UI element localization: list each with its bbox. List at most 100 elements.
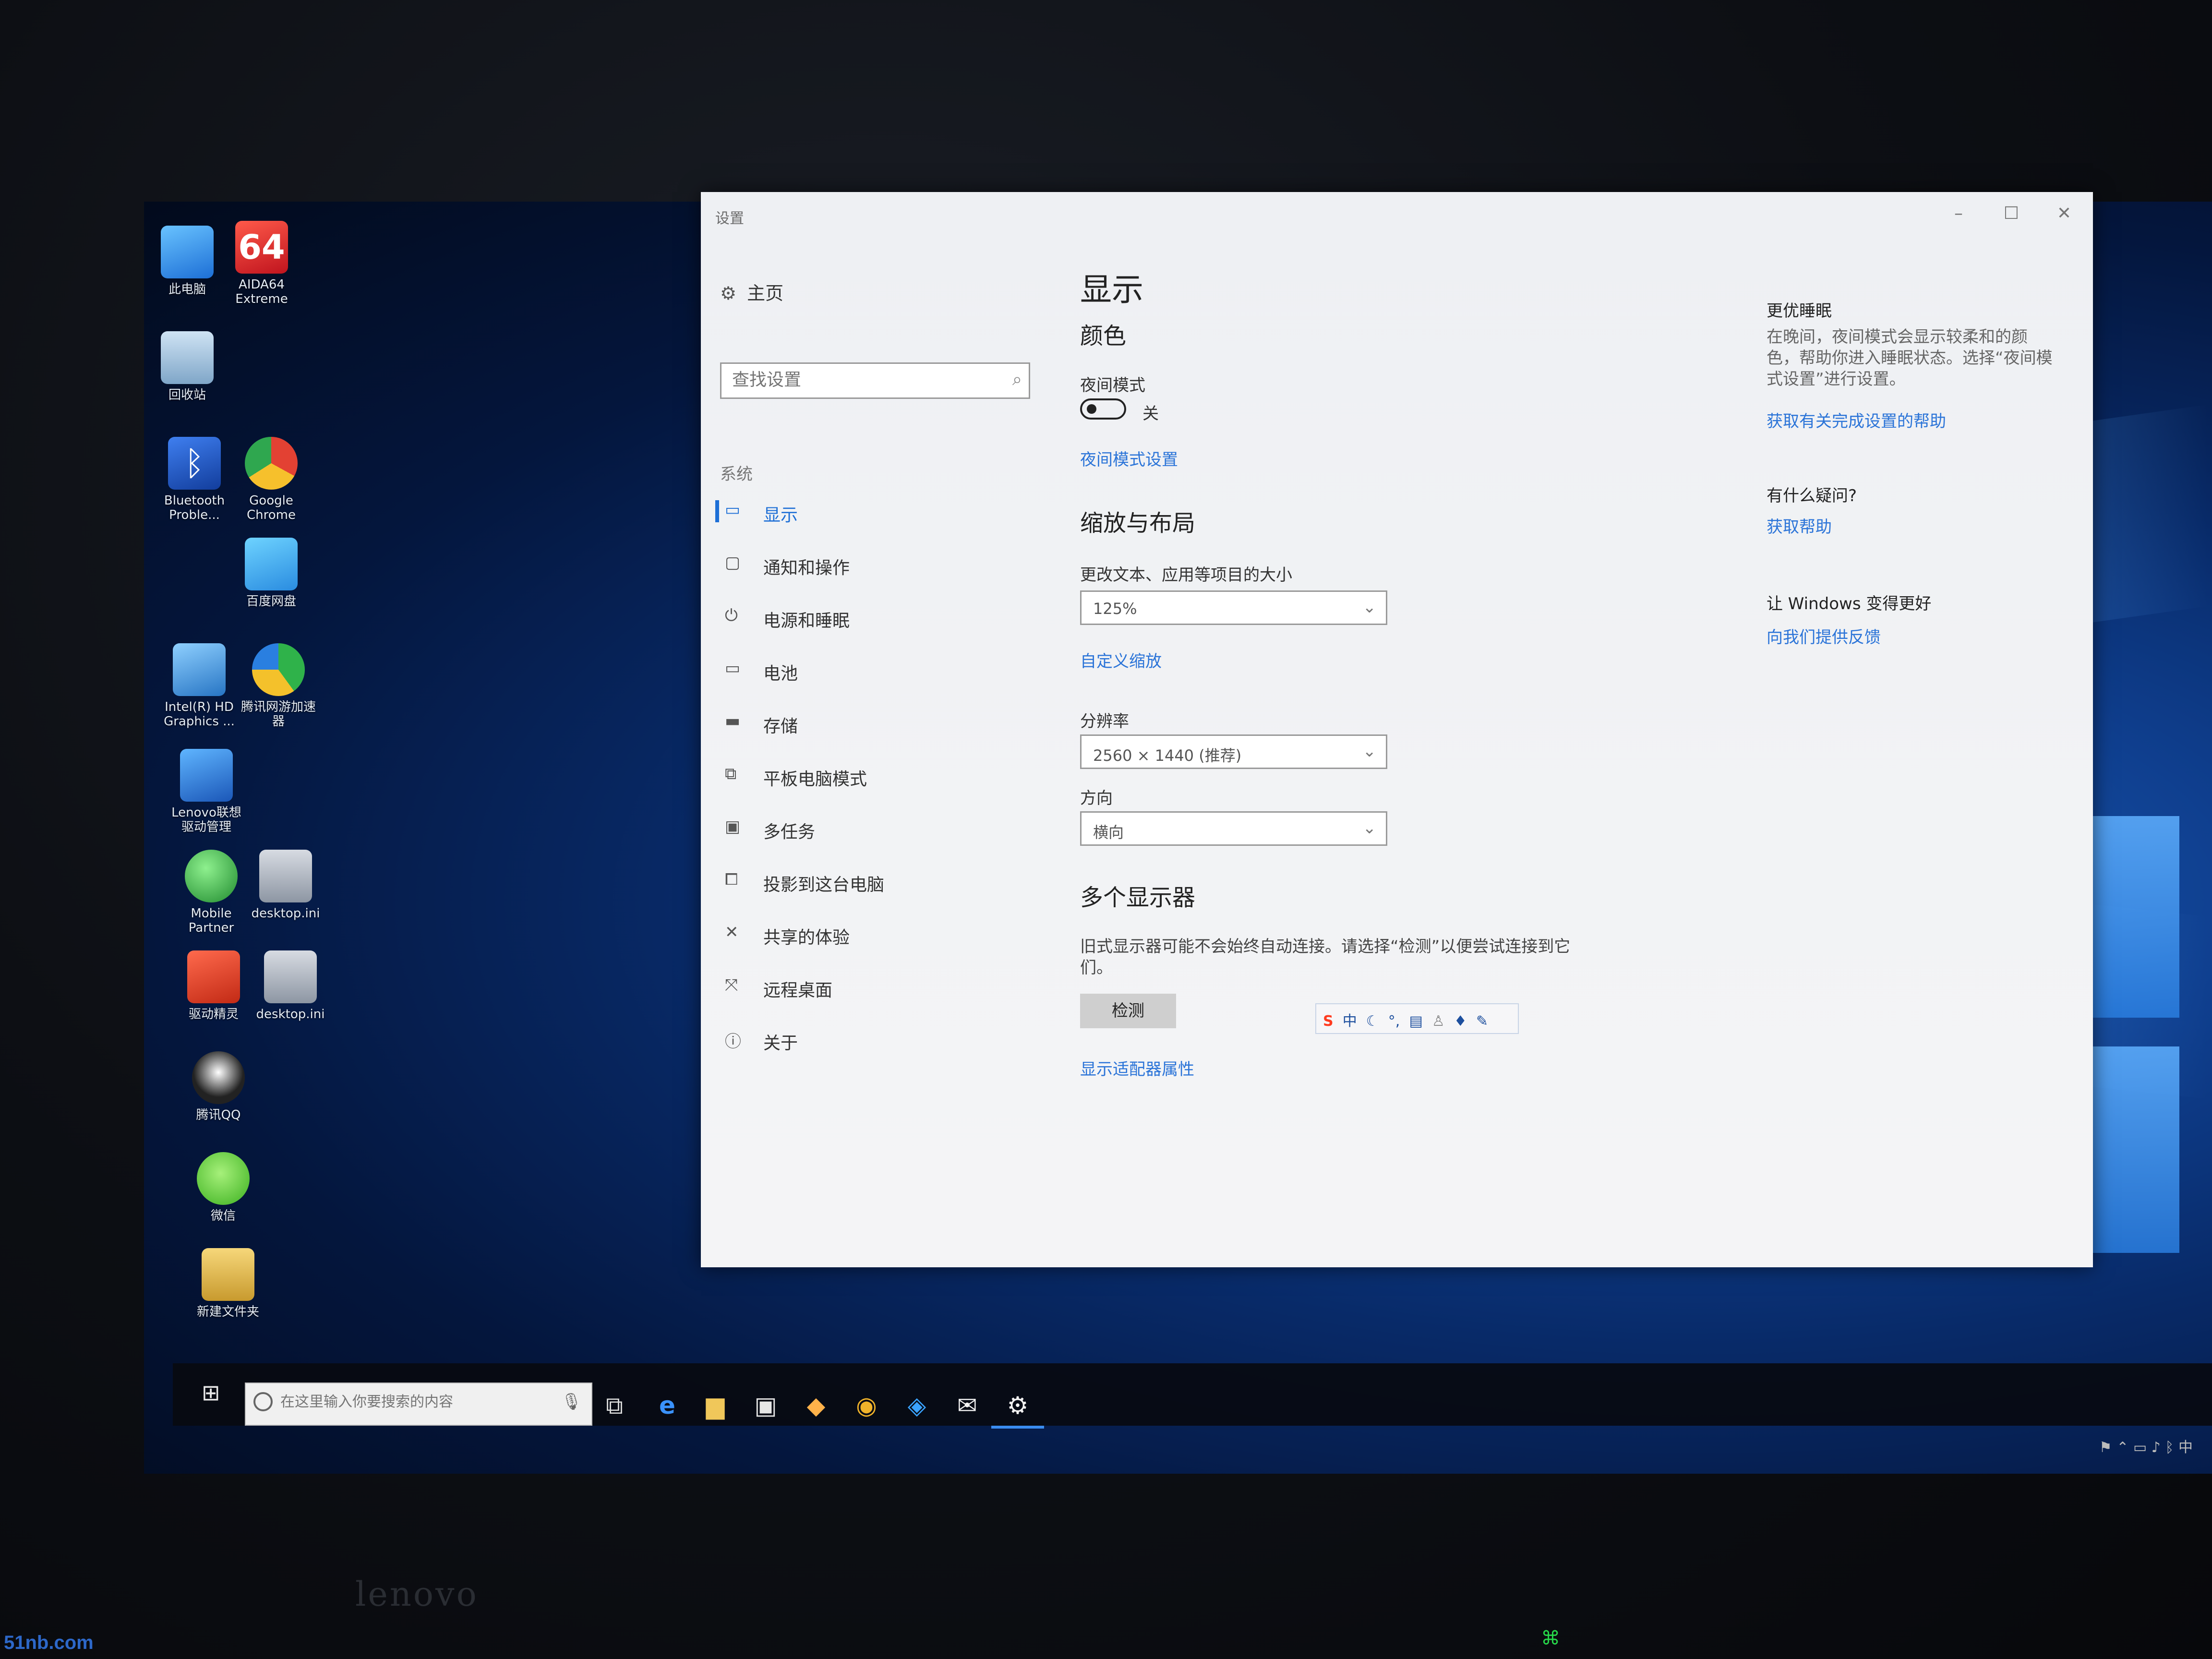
system-tray[interactable]: ⚑ ⌃ ▭ ♪ ᛒ 中 — [2099, 1435, 2193, 1456]
orientation-dropdown[interactable]: 横向 ⌄ — [1080, 811, 1387, 846]
close-button[interactable]: ✕ — [2040, 197, 2088, 230]
sidebar-item-tablet-mode[interactable]: ⧉ 平板电脑模式 — [715, 754, 1027, 797]
keyboard-icon[interactable]: ▤ — [1409, 1013, 1422, 1030]
get-help-link[interactable]: 获取帮助 — [1767, 514, 1832, 537]
sleep-title: 更优睡眠 — [1767, 301, 1832, 321]
sidebar-item-power-sleep[interactable]: ⏻ 电源和睡眠 — [715, 595, 1027, 638]
desktop-icon-this-pc[interactable]: 此电脑 — [146, 226, 228, 297]
sidebar-item-about[interactable]: ⓘ 关于 — [715, 1018, 1027, 1061]
desktop-icon-bluetooth[interactable]: ᛒ Bluetooth Proble... — [154, 437, 235, 522]
minimize-button[interactable]: – — [1935, 197, 1983, 230]
cortana-icon — [253, 1392, 273, 1411]
edge-icon[interactable]: e — [648, 1386, 686, 1425]
sidebar-item-battery[interactable]: ▭ 电池 — [715, 648, 1027, 691]
settings-search-input[interactable] — [731, 370, 1002, 390]
multitask-icon: ▣ — [725, 817, 741, 836]
settings-sidebar: ⚙ 主页 ⌕ 系统 ▭ 显示 ▢ 通知和操作 ⏻ 电源和睡眠 ▭ 电池 ▬ 存储 — [701, 235, 1037, 1267]
taskbar-search-input[interactable] — [279, 1393, 550, 1411]
user-icon[interactable]: ♙ — [1432, 1013, 1445, 1030]
desktop-icon-recycle-bin[interactable]: 回收站 — [146, 331, 228, 402]
media-icon[interactable]: ◆ — [797, 1386, 835, 1425]
custom-scaling-link[interactable]: 自定义缩放 — [1080, 648, 1162, 672]
chevron-down-icon: ⌄ — [1362, 742, 1377, 761]
ini-file-icon — [264, 950, 317, 1003]
orientation-value: 横向 — [1093, 823, 1124, 842]
sidebar-item-project[interactable]: ⧠ 投影到这台电脑 — [715, 859, 1027, 902]
scale-label: 更改文本、应用等项目的大小 — [1080, 565, 1292, 585]
sidebar-item-remote-desktop[interactable]: ⤧ 远程桌面 — [715, 965, 1027, 1008]
recycle-bin-icon — [161, 331, 214, 384]
desktop-icon-desktop-ini-2[interactable]: desktop.ini — [250, 950, 331, 1022]
windows-start-icon[interactable]: ⊞ — [202, 1380, 230, 1408]
color-section-title: 颜色 — [1080, 323, 1127, 349]
folder-icon — [202, 1248, 254, 1301]
window-titlebar[interactable]: 设置 – ☐ ✕ — [701, 192, 2093, 235]
nav-home[interactable]: ⚙ 主页 — [720, 278, 783, 305]
sidebar-item-shared-experiences[interactable]: ✕ 共享的体验 — [715, 912, 1027, 955]
intel-graphics-icon — [173, 643, 226, 696]
wrench-icon[interactable]: ✎ — [1476, 1013, 1488, 1030]
desktop-icon-driver-genius[interactable]: 驱动精灵 — [173, 950, 254, 1022]
watermark: 51nb.com — [4, 1632, 94, 1653]
gear-icon: ⚙ — [720, 283, 737, 304]
desktop-icon-wechat[interactable]: 微信 — [182, 1152, 264, 1223]
night-mode-toggle[interactable] — [1080, 398, 1126, 420]
desktop-icon-chrome[interactable]: Google Chrome — [230, 437, 312, 522]
taskbar: ⊞ 🎙 ⧉ e ▆ ▣ ◆ ◉ ◈ ✉ ⚙ ⚑ ⌃ ▭ ♪ ᛒ 中 — [173, 1363, 2212, 1456]
microphone-icon[interactable]: 🎙 — [561, 1392, 582, 1411]
chevron-down-icon: ⌄ — [1362, 598, 1377, 617]
settings-gear-icon[interactable]: ⚙ — [998, 1386, 1037, 1425]
desktop-icon-lenovo-driver[interactable]: Lenovo联想驱动管理 — [166, 749, 247, 834]
desktop-icon-mobile-partner[interactable]: Mobile Partner — [170, 850, 252, 935]
store-icon[interactable]: ▣ — [746, 1386, 785, 1425]
nav-group-label: 系统 — [720, 465, 753, 484]
detect-button[interactable]: 检测 — [1080, 994, 1176, 1028]
display-adapter-properties-link[interactable]: 显示适配器属性 — [1080, 1056, 1194, 1080]
skin-icon[interactable]: ♦ — [1454, 1013, 1467, 1030]
desktop-icon-aida64[interactable]: 64 AIDA64 Extreme — [221, 221, 302, 306]
wifi-indicator-led-icon: ⌘ — [1541, 1627, 1560, 1649]
resolution-dropdown[interactable]: 2560 × 1440 (推荐) ⌄ — [1080, 734, 1387, 769]
mail-icon[interactable]: ✉ — [948, 1386, 986, 1425]
file-explorer-icon[interactable]: ▆ — [696, 1386, 734, 1425]
maximize-button[interactable]: ☐ — [1987, 197, 2035, 230]
notification-icon: ▢ — [725, 553, 741, 572]
ime-toolbar[interactable]: S 中 ☾ °, ▤ ♙ ♦ ✎ — [1315, 1003, 1519, 1034]
punctuation-icon[interactable]: °, — [1388, 1013, 1400, 1030]
desktop-icon-desktop-ini-1[interactable]: desktop.ini — [245, 850, 326, 921]
lenovo-driver-icon — [180, 749, 233, 802]
sidebar-item-storage[interactable]: ▬ 存储 — [715, 701, 1027, 744]
sidebar-item-multitasking[interactable]: ▣ 多任务 — [715, 806, 1027, 850]
sidebar-item-label: 电池 — [763, 664, 798, 684]
scale-layout-title: 缩放与布局 — [1080, 510, 1196, 537]
mobile-partner-icon — [185, 850, 238, 902]
orientation-label: 方向 — [1080, 789, 1113, 808]
sidebar-item-label: 关于 — [763, 1034, 798, 1053]
setup-help-link[interactable]: 获取有关完成设置的帮助 — [1767, 408, 1946, 432]
ime-mode[interactable]: 中 — [1343, 1009, 1357, 1030]
laptop-brand-logo: lenovo — [355, 1575, 479, 1614]
scale-dropdown[interactable]: 125% ⌄ — [1080, 590, 1387, 625]
ini-file-icon — [259, 850, 312, 902]
improve-windows-title: 让 Windows 变得更好 — [1767, 594, 1932, 613]
desktop-icon-intel-graphics[interactable]: Intel(R) HD Graphics ... — [158, 643, 240, 729]
desktop-icon-qq[interactable]: 腾讯QQ — [178, 1051, 259, 1122]
active-app-indicator — [991, 1426, 1044, 1429]
project-icon: ⧠ — [725, 870, 738, 889]
toggle-knob — [1087, 404, 1096, 414]
taskbar-search[interactable]: 🎙 — [245, 1382, 592, 1426]
baidu-netdisk-icon[interactable]: ◈ — [898, 1386, 936, 1425]
moon-icon[interactable]: ☾ — [1366, 1013, 1379, 1030]
settings-window: 设置 – ☐ ✕ ⚙ 主页 ⌕ 系统 ▭ 显示 ▢ 通知和操作 ⏻ 电源和睡眠 ▭… — [701, 192, 2093, 1267]
task-view-icon[interactable]: ⧉ — [595, 1386, 634, 1425]
chrome-icon[interactable]: ◉ — [847, 1386, 886, 1425]
feedback-link[interactable]: 向我们提供反馈 — [1767, 624, 1881, 648]
sidebar-item-notifications[interactable]: ▢ 通知和操作 — [715, 542, 1027, 586]
sidebar-item-display[interactable]: ▭ 显示 — [715, 490, 1027, 533]
search-icon: ⌕ — [1012, 370, 1022, 389]
desktop-icon-tencent-accelerator[interactable]: 腾讯网游加速器 — [238, 643, 319, 729]
settings-search[interactable]: ⌕ — [720, 362, 1030, 399]
desktop-icon-new-folder[interactable]: 新建文件夹 — [187, 1248, 269, 1319]
night-mode-settings-link[interactable]: 夜间模式设置 — [1080, 446, 1178, 470]
desktop-icon-baidu-netdisk[interactable]: 百度网盘 — [230, 538, 312, 609]
